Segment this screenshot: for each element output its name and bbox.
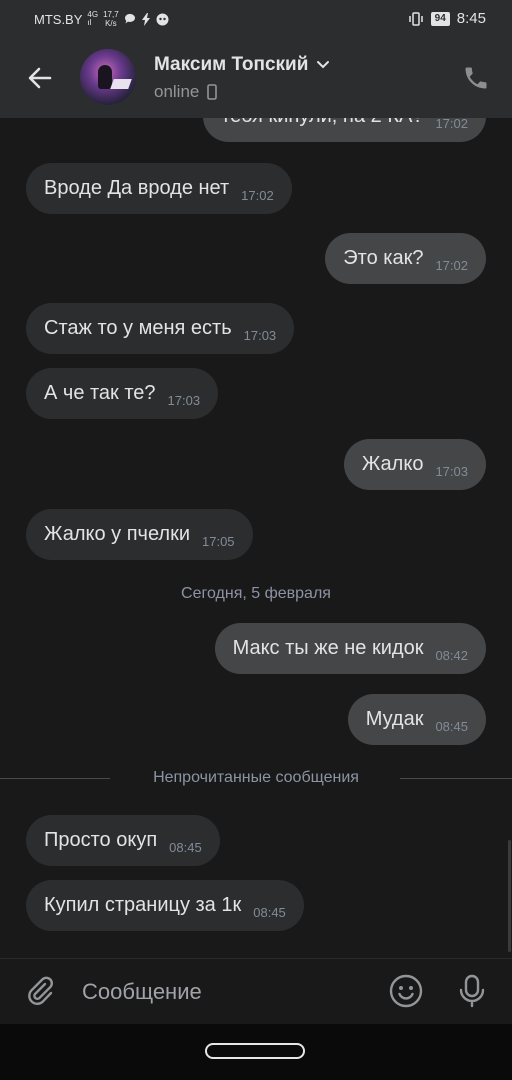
message-text: Просто окуп bbox=[44, 829, 158, 851]
message-time: 17:02 bbox=[435, 116, 468, 131]
signal-bars: ıl bbox=[87, 18, 92, 27]
contact-name-label: Максим Топский bbox=[154, 54, 309, 75]
speed-value: 17,7 bbox=[103, 10, 119, 19]
message-time: 08:42 bbox=[435, 648, 468, 663]
message-input[interactable]: Сообщение bbox=[82, 979, 202, 1005]
paperclip-icon[interactable] bbox=[24, 975, 56, 1007]
scrollbar[interactable] bbox=[508, 840, 511, 952]
clock: 8:45 bbox=[456, 10, 486, 27]
message-outgoing[interactable]: Макс ты же не кидок 08:42 bbox=[214, 623, 486, 674]
vibrate-icon bbox=[408, 11, 423, 26]
message-outgoing[interactable]: Жалко 17:03 bbox=[343, 439, 486, 490]
chat-header: Максим Топский online bbox=[0, 38, 512, 118]
speed-unit: K/s bbox=[105, 19, 117, 28]
message-incoming[interactable]: Вроде Да вроде нет 17:02 bbox=[26, 163, 292, 214]
message-time: 17:05 bbox=[202, 534, 235, 549]
emoji-icon[interactable] bbox=[388, 973, 424, 1009]
carrier-label: MTS.BY bbox=[34, 11, 83, 27]
message-incoming[interactable]: А че так те? 17:03 bbox=[26, 368, 219, 419]
message-feed[interactable]: тебя кинули, на 2 КА? 17:02 Вроде Да вро… bbox=[0, 0, 512, 958]
mobile-device-icon bbox=[207, 84, 218, 100]
signal-icon: 4G ıl bbox=[87, 11, 98, 27]
message-text: Жалко у пчелки bbox=[44, 523, 190, 545]
message-text: Купил страницу за 1к bbox=[44, 894, 242, 916]
message-text: Это как? bbox=[343, 247, 424, 269]
message-time: 08:45 bbox=[435, 719, 468, 734]
online-status-label: online bbox=[154, 82, 200, 101]
phone-call-icon[interactable] bbox=[462, 64, 490, 92]
avatar[interactable] bbox=[80, 49, 136, 105]
home-gesture-pill[interactable] bbox=[205, 1043, 305, 1059]
separator-line bbox=[400, 778, 512, 779]
message-time: 08:45 bbox=[253, 905, 286, 920]
chevron-down-icon bbox=[317, 61, 330, 69]
message-text: А че так те? bbox=[44, 382, 156, 404]
app-notification-icon bbox=[156, 13, 169, 25]
battery-icon: 94 bbox=[430, 11, 450, 26]
status-bar: MTS.BY 4G ıl 17,7 K/s 94 8:45 bbox=[0, 0, 512, 38]
date-separator: Сегодня, 5 февраля bbox=[181, 585, 331, 602]
message-outgoing[interactable]: Это как? 17:02 bbox=[325, 233, 486, 284]
microphone-icon[interactable] bbox=[456, 973, 488, 1009]
avatar-figure bbox=[98, 65, 112, 89]
message-time: 17:03 bbox=[435, 464, 468, 479]
message-composer: Сообщение bbox=[0, 958, 512, 1025]
contact-name[interactable]: Максим Топский bbox=[154, 54, 330, 76]
message-time: 08:45 bbox=[169, 840, 202, 855]
message-text: Макс ты же не кидок bbox=[232, 637, 424, 659]
message-incoming[interactable]: Стаж то у меня есть 17:03 bbox=[26, 303, 295, 354]
system-navigation-bar bbox=[0, 1024, 512, 1080]
message-incoming[interactable]: Просто окуп 08:45 bbox=[26, 815, 220, 866]
bolt-icon bbox=[141, 12, 150, 26]
message-time: 17:02 bbox=[435, 258, 468, 273]
message-text: Жалко bbox=[361, 453, 424, 475]
message-time: 17:03 bbox=[167, 393, 201, 408]
unread-separator: Непрочитанные сообщения bbox=[0, 767, 512, 789]
back-arrow-icon[interactable] bbox=[24, 62, 56, 94]
contact-status: online bbox=[154, 82, 218, 102]
message-text: Стаж то у меня есть bbox=[44, 317, 232, 339]
message-incoming[interactable]: Жалко у пчелки 17:05 bbox=[26, 509, 253, 560]
message-time: 17:03 bbox=[243, 328, 277, 343]
message-time: 17:02 bbox=[241, 188, 274, 203]
message-outgoing[interactable]: Мудак 08:45 bbox=[347, 694, 486, 745]
message-incoming[interactable]: Купил страницу за 1к 08:45 bbox=[26, 880, 304, 931]
avatar-highlight bbox=[110, 79, 132, 89]
network-speed: 17,7 K/s bbox=[103, 10, 119, 28]
message-text: Мудак bbox=[365, 708, 424, 730]
chat-bubble-icon bbox=[124, 13, 135, 24]
message-text: Вроде Да вроде нет bbox=[44, 177, 230, 199]
